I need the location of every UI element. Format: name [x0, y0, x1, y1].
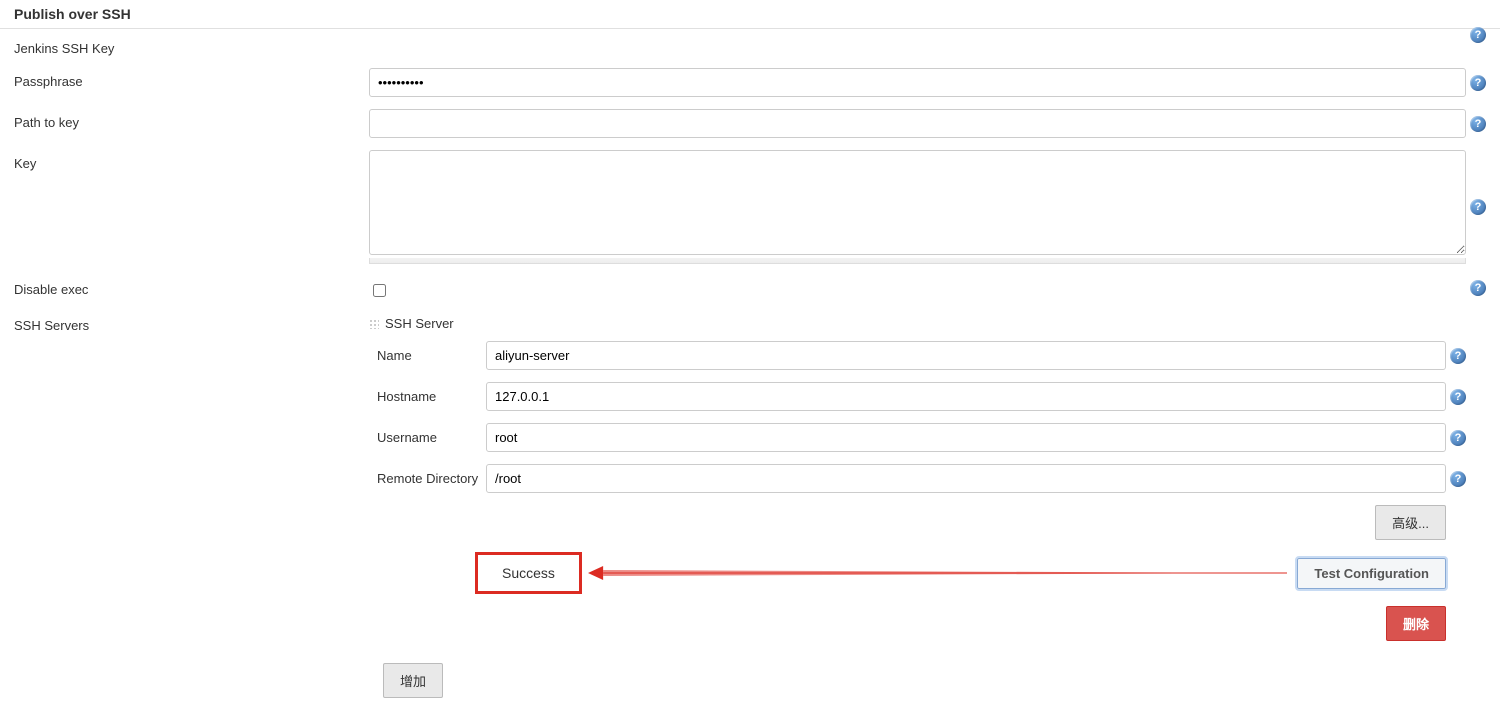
disable-exec-label: Disable exec [14, 276, 369, 297]
ssh-hostname-label: Hostname [369, 389, 486, 404]
help-icon[interactable]: ? [1450, 430, 1466, 446]
advanced-button[interactable]: 高级... [1375, 505, 1446, 540]
help-icon[interactable]: ? [1450, 471, 1466, 487]
add-button[interactable]: 增加 [383, 663, 443, 698]
help-icon[interactable]: ? [1450, 348, 1466, 364]
disable-exec-checkbox[interactable] [373, 284, 386, 297]
help-icon[interactable]: ? [1470, 116, 1486, 132]
drag-handle-icon[interactable] [369, 319, 379, 329]
ssh-name-label: Name [369, 348, 486, 363]
ssh-remote-dir-label: Remote Directory [369, 471, 486, 486]
jenkins-ssh-key-label: Jenkins SSH Key [14, 35, 369, 56]
key-label: Key [14, 150, 369, 171]
passphrase-input[interactable] [369, 68, 1466, 97]
help-icon[interactable]: ? [1470, 75, 1486, 91]
passphrase-label: Passphrase [14, 68, 369, 89]
ssh-username-input[interactable] [486, 423, 1446, 452]
help-icon[interactable]: ? [1470, 27, 1486, 43]
help-icon[interactable]: ? [1470, 280, 1486, 296]
ssh-servers-label: SSH Servers [14, 312, 369, 333]
resize-handle[interactable] [369, 258, 1466, 264]
ssh-remote-dir-input[interactable] [486, 464, 1446, 493]
section-title: Publish over SSH [0, 0, 1500, 29]
help-icon[interactable]: ? [1470, 199, 1486, 215]
test-configuration-button[interactable]: Test Configuration [1297, 558, 1446, 589]
ssh-username-label: Username [369, 430, 486, 445]
test-result-success: Success [475, 552, 582, 594]
annotation-arrow [588, 564, 1287, 582]
ssh-name-input[interactable] [486, 341, 1446, 370]
ssh-server-header: SSH Server [385, 316, 454, 331]
key-textarea[interactable] [369, 150, 1466, 255]
help-icon[interactable]: ? [1450, 389, 1466, 405]
ssh-hostname-input[interactable] [486, 382, 1446, 411]
path-to-key-label: Path to key [14, 109, 369, 130]
path-to-key-input[interactable] [369, 109, 1466, 138]
delete-button[interactable]: 删除 [1386, 606, 1446, 641]
